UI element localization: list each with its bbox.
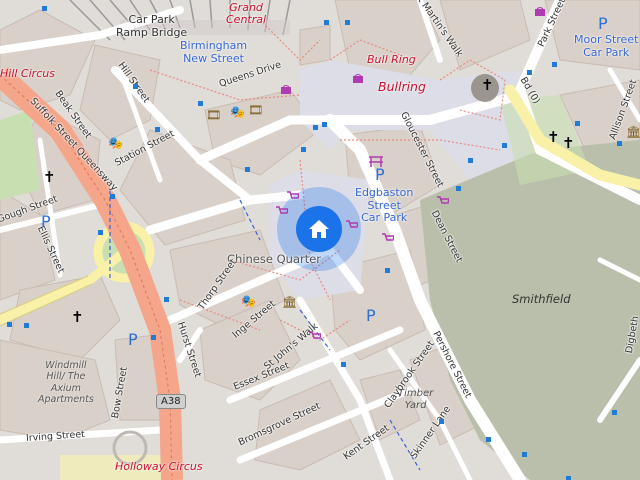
parking-icon: P	[366, 306, 376, 325]
bus-stop-icon	[522, 452, 527, 457]
bus-stop-icon	[486, 437, 491, 442]
label-chinese-quarter: Chinese Quarter	[227, 252, 322, 266]
road-shield-a38: A38	[156, 394, 186, 409]
church-icon: ✝	[481, 76, 494, 94]
bus-stop-icon	[439, 419, 444, 424]
label-edgbaston-street-car-park: Edgbaston Street Car Park	[355, 186, 414, 225]
theatre-icon: 🎭	[230, 105, 245, 119]
bus-stop-icon	[24, 323, 29, 328]
label-bull-ring: Bull Ring	[367, 53, 416, 66]
bus-stop-icon	[42, 6, 47, 11]
bus-stop-icon	[341, 362, 346, 367]
shop-icon	[535, 7, 545, 16]
bus-stop-icon	[566, 476, 571, 480]
label-birmingham-new-street: Birmingham New Street	[180, 39, 248, 65]
bus-stop-icon	[502, 143, 507, 148]
bus-stop-icon	[345, 20, 350, 25]
bus-stop-icon	[98, 230, 103, 235]
shop-icon	[276, 206, 288, 214]
map[interactable]: Car Park Ramp Bridge Grand Central Birmi…	[0, 0, 640, 480]
shop-icon	[287, 191, 299, 199]
bus-stop-icon	[133, 84, 138, 89]
label-timber-yard: Timber Yard	[398, 388, 434, 411]
parking-icon: P	[128, 330, 138, 349]
label-bullring: Bullring	[378, 79, 426, 94]
parking-icon: P	[598, 14, 608, 33]
label-hill-circus: Hill Circus	[0, 67, 55, 80]
bus-stop-icon	[301, 147, 306, 152]
label-holloway-circus: Holloway Circus	[115, 460, 203, 473]
shop-icon	[437, 196, 449, 204]
label-car-park-ramp-bridge: Car Park Ramp Bridge	[116, 13, 188, 39]
bus-stop-icon	[552, 62, 557, 67]
bus-stop-icon	[617, 141, 622, 146]
bus-stop-icon	[456, 186, 461, 191]
bus-stop-icon	[110, 194, 115, 199]
bus-stop-icon	[245, 167, 250, 172]
shop-icon	[353, 74, 363, 83]
home-icon	[309, 220, 329, 238]
bus-stop-icon	[198, 101, 203, 106]
bus-stop-icon	[324, 20, 329, 25]
label-smithfield: Smithfield	[512, 292, 571, 306]
bus-stop-icon	[155, 127, 160, 132]
home-button[interactable]	[296, 206, 342, 252]
label-windmill: Windmill Hill/ The Axium Apartments	[38, 360, 94, 406]
cinema-icon: 🎞	[248, 103, 264, 117]
museum-icon: 🏛	[626, 125, 640, 139]
cinema-icon: 🎞	[206, 108, 222, 122]
car-park-building-icon	[369, 156, 383, 167]
shop-icon	[346, 220, 358, 228]
shop-icon	[281, 85, 291, 94]
parking-icon: P	[375, 165, 385, 184]
bus-stop-icon	[527, 70, 532, 75]
church-icon: ✝	[71, 308, 84, 326]
church-icon: ✝	[562, 134, 575, 152]
church-icon: ✝	[43, 168, 56, 186]
bus-stop-icon	[385, 268, 390, 273]
bus-stop-icon	[322, 122, 327, 127]
bus-stop-icon	[151, 335, 156, 340]
bus-stop-icon	[612, 410, 617, 415]
shop-icon	[382, 233, 394, 241]
church-icon: ✝	[547, 128, 560, 146]
bus-stop-icon	[575, 121, 580, 126]
bus-stop-icon	[313, 125, 318, 130]
theatre-icon: 🎭	[241, 294, 256, 308]
label-moor-street-car-park: Moor Street Car Park	[574, 33, 639, 59]
label-grand-central: Grand Central	[226, 1, 267, 27]
theatre-icon: 🎭	[108, 136, 123, 150]
bus-stop-icon	[468, 158, 473, 163]
bus-stop-icon	[7, 322, 12, 327]
bus-stop-icon	[164, 297, 169, 302]
parking-icon: P	[41, 212, 51, 231]
shop-icon	[309, 331, 321, 339]
museum-icon: 🏛	[282, 295, 298, 309]
